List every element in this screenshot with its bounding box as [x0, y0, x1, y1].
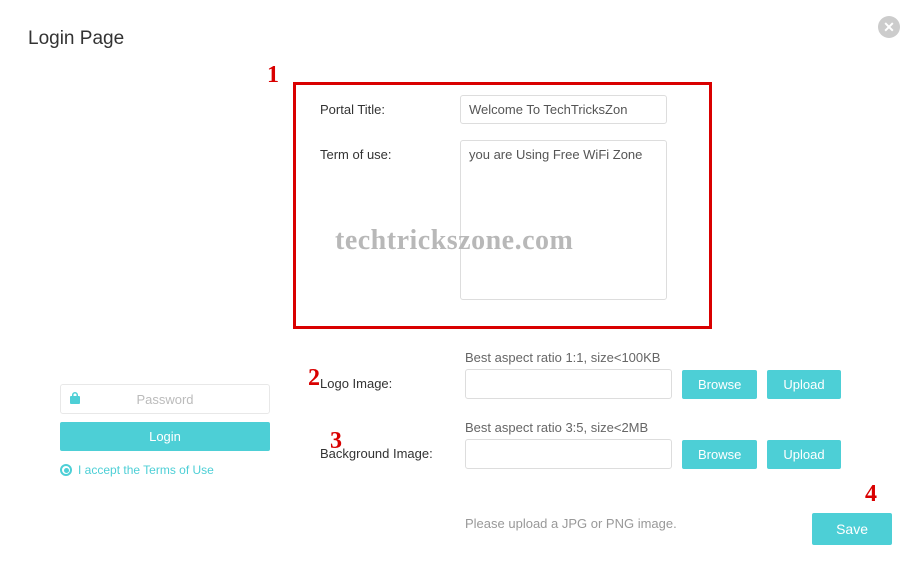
- portal-form: Portal Title: Term of use: you are Using…: [320, 95, 667, 316]
- terms-row: Term of use: you are Using Free WiFi Zon…: [320, 140, 667, 300]
- terms-accept-text: I accept the Terms of Use: [78, 463, 214, 477]
- logo-file-display: [465, 369, 672, 399]
- radio-dot-icon: [64, 468, 69, 473]
- annotation-1: 1: [267, 62, 279, 89]
- logo-hint: Best aspect ratio 1:1, size<100KB: [465, 350, 841, 365]
- logo-image-label: Logo Image:: [320, 376, 465, 399]
- background-hint: Best aspect ratio 3:5, size<2MB: [465, 420, 841, 435]
- portal-title-label: Portal Title:: [320, 95, 460, 117]
- portal-title-row: Portal Title:: [320, 95, 667, 124]
- background-image-label: Background Image:: [320, 446, 465, 469]
- save-button[interactable]: Save: [812, 513, 892, 545]
- background-upload-button[interactable]: Upload: [767, 440, 840, 469]
- background-file-display: [465, 439, 672, 469]
- terms-label: Term of use:: [320, 140, 460, 162]
- password-placeholder: Password: [89, 392, 269, 407]
- background-browse-button[interactable]: Browse: [682, 440, 757, 469]
- logo-upload-button[interactable]: Upload: [767, 370, 840, 399]
- close-icon: ✕: [883, 19, 895, 36]
- background-image-section: Background Image: Best aspect ratio 3:5,…: [320, 420, 880, 469]
- annotation-2: 2: [308, 365, 320, 392]
- annotation-4: 4: [865, 481, 877, 508]
- portal-title-input[interactable]: [460, 95, 667, 124]
- logo-browse-button[interactable]: Browse: [682, 370, 757, 399]
- terms-textarea[interactable]: you are Using Free WiFi Zone: [460, 140, 667, 300]
- terms-of-use-link[interactable]: Terms of Use: [143, 463, 214, 477]
- terms-accept-row: I accept the Terms of Use: [60, 463, 270, 477]
- login-preview: Password Login I accept the Terms of Use: [60, 384, 270, 477]
- page-title: Login Page: [28, 28, 124, 50]
- close-button[interactable]: ✕: [878, 16, 900, 38]
- lock-icon: [61, 391, 89, 408]
- terms-radio[interactable]: [60, 464, 72, 476]
- upload-note: Please upload a JPG or PNG image.: [465, 516, 677, 531]
- logo-image-section: Logo Image: Best aspect ratio 1:1, size<…: [320, 350, 880, 399]
- password-field[interactable]: Password: [60, 384, 270, 414]
- login-button[interactable]: Login: [60, 422, 270, 451]
